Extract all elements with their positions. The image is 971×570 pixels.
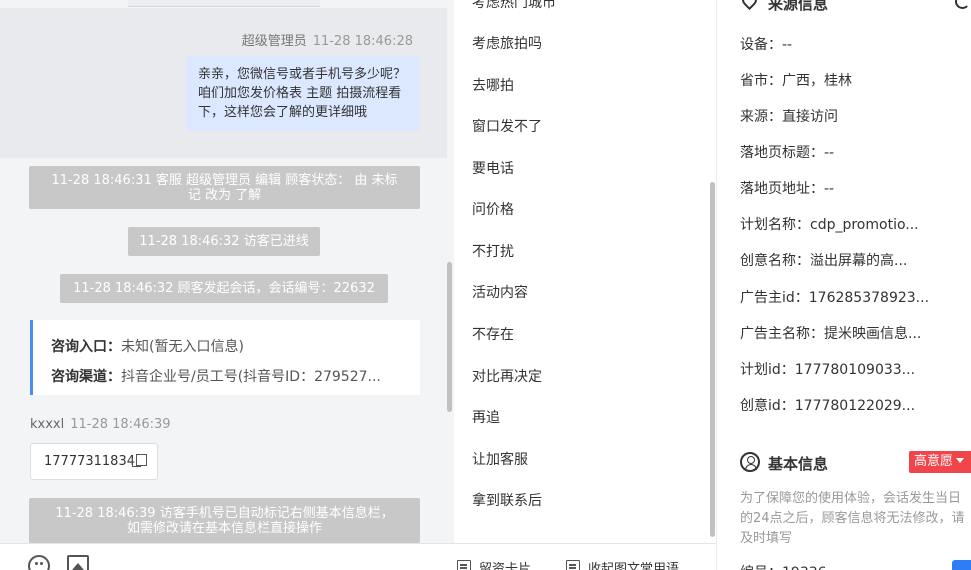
location-pin-icon xyxy=(738,0,761,11)
user-icon xyxy=(740,452,760,472)
quick-reply-item[interactable]: 活动内容 xyxy=(472,282,528,302)
edit-deadline-notice: 为了保障您的使用体验，会话发生当日的24点之后，顾客信息将无法修改，请及时填写 xyxy=(740,491,965,546)
consult-entry-row: 咨询入口：未知(暂无入口信息) xyxy=(51,332,420,362)
emoji-icon[interactable] xyxy=(28,555,50,570)
source-device-row: 设备：-- xyxy=(740,37,793,53)
collapse-phrases-label: 收起图文常用语 xyxy=(588,562,680,570)
system-status-line2: 记 改为 了解 xyxy=(187,188,262,203)
consult-channel-row: 咨询渠道：抖音企业号/员工号(抖音号ID：279527... xyxy=(51,362,420,392)
lead-card-button[interactable]: 留资卡片 xyxy=(457,558,531,570)
quick-reply-scrollbar[interactable] xyxy=(710,182,715,537)
phrases-icon xyxy=(566,560,580,570)
intent-level-label: 高意愿 xyxy=(914,454,954,469)
admin-message-meta: 超级管理员 11-28 18:46:28 xyxy=(242,30,413,49)
source-info-title: 来源信息 xyxy=(768,0,829,13)
system-visitor-entered: 11-28 18:46:32 访客已进线 xyxy=(128,227,320,256)
refresh-icon[interactable] xyxy=(955,0,970,9)
quick-reply-toolbar: 留资卡片 收起图文常用语 xyxy=(454,543,716,570)
quick-reply-item[interactable]: 不存在 xyxy=(472,324,514,344)
quick-reply-item[interactable]: 拿到联系后 xyxy=(472,490,542,510)
consult-channel-value: 抖音企业号/员工号(抖音号ID：279527... xyxy=(121,369,381,385)
system-status-line1: 11-28 18:46:31 客服 超级管理员 编辑 顾客状态： 由 未标 xyxy=(51,173,398,188)
plan-id-row: 计划id：177780109033... xyxy=(740,362,916,378)
system-session-started: 11-28 18:46:32 顾客发起会话，会话编号：22632 xyxy=(60,274,388,303)
source-city-row: 省市：广西，桂林 xyxy=(740,73,852,89)
plan-name-row: 计划名称：cdp_promotio... xyxy=(740,217,919,233)
chat-scrollbar[interactable] xyxy=(447,262,452,412)
consult-channel-label: 咨询渠道： xyxy=(51,369,121,385)
quick-reply-item[interactable]: 再追 xyxy=(472,407,500,427)
basic-info-header: 基本信息 xyxy=(740,452,829,474)
lead-card-label: 留资卡片 xyxy=(479,562,532,570)
system-status-change: 11-28 18:46:31 客服 超级管理员 编辑 顾客状态： 由 未标 记 … xyxy=(29,166,420,209)
advertiser-name-row: 广告主名称：提米映画信息... xyxy=(740,326,922,342)
visitor-name: kxxxl xyxy=(30,417,65,432)
intent-level-dropdown[interactable]: 高意愿 xyxy=(909,451,971,473)
chat-panel: 超级管理员 11-28 18:46:28 亲亲，您微信号或者手机号多少呢？咱们加您… xyxy=(0,0,454,570)
creative-name-row: 创意名称：溢出屏幕的高... xyxy=(740,253,908,269)
customer-number-row: 编号：19336 xyxy=(740,562,827,570)
customer-info-panel: 来源信息 设备：-- 省市：广西，桂林 来源：直接访问 落地页标题：-- 落地页… xyxy=(718,0,971,570)
visitor-message-meta: kxxxl 11-28 18:46:39 xyxy=(30,417,171,432)
admin-name: 超级管理员 xyxy=(241,34,307,49)
visitor-phone-bubble[interactable]: 17777311834 xyxy=(30,443,158,480)
quick-reply-item[interactable]: 考虑旅拍吗 xyxy=(472,33,542,53)
system-phone-line1: 11-28 18:46:39 访客手机号已自动标记右侧基本信息栏， xyxy=(55,506,394,521)
basic-info-title: 基本信息 xyxy=(768,455,829,473)
floating-action-button[interactable] xyxy=(952,560,971,570)
visitor-phone: 17777311834 xyxy=(44,454,135,469)
collapse-phrases-button[interactable]: 收起图文常用语 xyxy=(566,558,679,570)
advertiser-id-row: 广告主id：176285378923... xyxy=(740,290,930,306)
chat-history[interactable]: 超级管理员 11-28 18:46:28 亲亲，您微信号或者手机号多少呢？咱们加您… xyxy=(0,0,454,543)
quick-reply-panel: 考虑热门城市 考虑旅拍吗 去哪拍 窗口发不了 要电话 问价格 不打扰 活动内容 … xyxy=(454,0,717,570)
creative-id-row: 创意id：177780122029... xyxy=(740,398,916,414)
quick-reply-item[interactable]: 去哪拍 xyxy=(472,75,514,95)
image-icon[interactable] xyxy=(67,555,89,570)
admin-message-bubble[interactable]: 亲亲，您微信号或者手机号多少呢？咱们加您发价格表 主题 拍摄流程看下，这样您会了… xyxy=(186,56,420,131)
system-phone-line2: 如需修改请在基本信息栏直接操作 xyxy=(126,521,322,536)
visitor-message-time: 11-28 18:46:39 xyxy=(70,417,171,432)
landing-url-row: 落地页地址：-- xyxy=(740,181,835,197)
admin-message-row: 超级管理员 11-28 18:46:28 亲亲，您微信号或者手机号多少呢？咱们加您… xyxy=(0,8,447,158)
consult-info-card: 咨询入口：未知(暂无入口信息) 咨询渠道：抖音企业号/员工号(抖音号ID：279… xyxy=(30,320,420,395)
quick-reply-item[interactable]: 不打扰 xyxy=(472,241,514,261)
system-phone-marked: 11-28 18:46:39 访客手机号已自动标记右侧基本信息栏， 如需修改请在… xyxy=(29,498,420,543)
consult-entry-label: 咨询入口： xyxy=(51,339,121,355)
quick-reply-item[interactable]: 要电话 xyxy=(472,158,514,178)
admin-message-time: 11-28 18:46:28 xyxy=(312,34,413,49)
landing-title-row: 落地页标题：-- xyxy=(740,145,835,161)
card-icon xyxy=(457,560,471,570)
quick-reply-item[interactable]: 对比再决定 xyxy=(472,366,542,386)
quick-reply-item[interactable]: 问价格 xyxy=(472,199,514,219)
copy-icon[interactable] xyxy=(131,454,147,467)
consult-entry-value: 未知(暂无入口信息) xyxy=(121,339,244,355)
quick-reply-item[interactable]: 考虑热门城市 xyxy=(472,0,556,12)
quick-reply-item[interactable]: 让加客服 xyxy=(472,449,528,469)
chevron-down-icon xyxy=(956,458,965,463)
quick-reply-item[interactable]: 窗口发不了 xyxy=(472,116,542,136)
previous-message-stub xyxy=(128,0,320,7)
source-info-header: 来源信息 xyxy=(738,0,829,14)
source-origin-row: 来源：直接访问 xyxy=(740,109,838,125)
chat-input-toolbar xyxy=(0,543,454,570)
